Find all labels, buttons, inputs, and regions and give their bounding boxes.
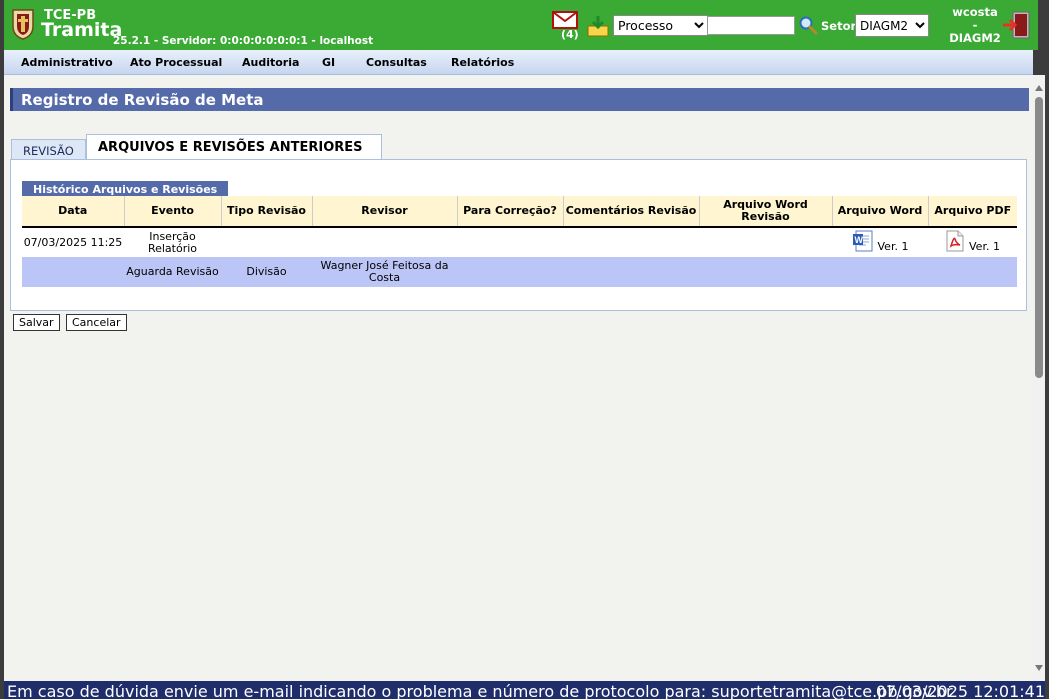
- cell-revisor: Wagner José Feitosa da Costa: [312, 257, 457, 287]
- unread-mail-count[interactable]: (4): [561, 28, 579, 41]
- table-row: Aguarda Revisão Divisão Wagner José Feit…: [22, 257, 1017, 287]
- menu-auditoria[interactable]: Auditoria: [242, 56, 299, 69]
- cell-word: W Ver. 1: [832, 227, 928, 257]
- server-info: 25.2.1 - Servidor: 0:0:0:0:0:0:0:1 - loc…: [113, 35, 374, 47]
- setor-label: Setor: [821, 19, 857, 33]
- cell-revisor: [312, 227, 457, 257]
- svg-text:W: W: [854, 235, 863, 245]
- search-input[interactable]: [707, 16, 795, 35]
- page-title: Registro de Revisão de Meta: [21, 91, 264, 109]
- support-message: Em caso de dúvida envie um e-mail indica…: [7, 682, 953, 699]
- cell-tipo: [221, 227, 312, 257]
- vertical-scrollbar[interactable]: [1033, 75, 1045, 681]
- menu-consultas[interactable]: Consultas: [366, 56, 427, 69]
- search-icon[interactable]: [798, 15, 818, 35]
- search-type-select[interactable]: Processo: [613, 15, 708, 36]
- table-row: 07/03/2025 11:25 Inserção Relatório W Ve…: [22, 227, 1017, 257]
- setor-select[interactable]: DIAGM2: [855, 14, 929, 37]
- cell-evento: Inserção Relatório: [124, 227, 221, 257]
- col-header-comentarios[interactable]: Comentários Revisão: [563, 196, 700, 228]
- content-area: Registro de Revisão de Meta REVISÃO ARQU…: [4, 75, 1033, 681]
- menu-relatorios[interactable]: Relatórios: [451, 56, 514, 69]
- scroll-up-arrow-icon[interactable]: [1035, 85, 1043, 91]
- main-menu: Administrativo Ato Processual Auditoria …: [4, 50, 1033, 75]
- pdf-file-link[interactable]: Ver. 1: [945, 230, 1000, 253]
- cell-word: [832, 257, 928, 287]
- tab-panel: Histórico Arquivos e Revisões Data Event…: [10, 159, 1027, 311]
- col-header-arquivo-word-revisao[interactable]: Arquivo Word Revisão: [699, 196, 833, 228]
- cell-correcao: [457, 227, 563, 257]
- tab-arquivos-revisoes[interactable]: ARQUIVOS E REVISÕES ANTERIORES: [86, 134, 382, 160]
- menu-administrativo[interactable]: Administrativo: [21, 56, 113, 69]
- cell-comentarios: [563, 227, 699, 257]
- cell-comentarios: [563, 257, 699, 287]
- menu-ato-processual[interactable]: Ato Processual: [130, 56, 222, 69]
- scroll-down-arrow-icon[interactable]: [1035, 665, 1043, 671]
- history-table: Data Evento Tipo Revisão Revisor Para Co…: [22, 196, 1017, 287]
- col-header-revisor[interactable]: Revisor: [312, 196, 458, 228]
- tab-revisao-label: REVISÃO: [23, 144, 74, 158]
- logout-icon[interactable]: [1001, 11, 1031, 39]
- word-file-version[interactable]: Ver. 1: [878, 241, 909, 253]
- cell-data: 07/03/2025 11:25: [22, 227, 124, 257]
- app-name: Tramita: [41, 19, 123, 41]
- tce-logo-icon: [12, 9, 34, 40]
- cancel-button[interactable]: Cancelar: [66, 314, 127, 331]
- table-header-row: Data Evento Tipo Revisão Revisor Para Co…: [22, 196, 1017, 228]
- footer-timestamp: 07/03/2025 12:01:41: [875, 682, 1045, 699]
- cell-word-revisao: [699, 227, 832, 257]
- save-button[interactable]: Salvar: [13, 314, 60, 331]
- pdf-doc-icon: [946, 230, 964, 252]
- page-title-bar: Registro de Revisão de Meta: [10, 88, 1029, 111]
- section-title: Histórico Arquivos e Revisões: [22, 181, 229, 197]
- cell-evento: Aguarda Revisão: [124, 257, 221, 287]
- mail-icon[interactable]: [552, 11, 578, 29]
- word-doc-icon: W: [852, 230, 873, 252]
- scrollbar-thumb[interactable]: [1035, 97, 1043, 378]
- cell-correcao: [457, 257, 563, 287]
- cell-word-revisao: [699, 257, 832, 287]
- top-header: TCE-PB Tramita 25.2.1 - Servidor: 0:0:0:…: [4, 0, 1038, 50]
- col-header-para-correcao[interactable]: Para Correção?: [457, 196, 564, 228]
- col-header-evento[interactable]: Evento: [124, 196, 222, 228]
- menu-gi[interactable]: GI: [322, 56, 335, 69]
- footer-bar: Em caso de dúvida envie um e-mail indica…: [4, 681, 1045, 699]
- word-file-link[interactable]: W Ver. 1: [852, 230, 909, 253]
- cell-pdf: Ver. 1: [928, 227, 1017, 257]
- cell-tipo: Divisão: [221, 257, 312, 287]
- col-header-arquivo-word[interactable]: Arquivo Word: [832, 196, 929, 228]
- col-header-tipo-revisao[interactable]: Tipo Revisão: [221, 196, 313, 228]
- col-header-arquivo-pdf[interactable]: Arquivo PDF: [928, 196, 1017, 228]
- col-header-data[interactable]: Data: [22, 196, 125, 228]
- cell-pdf: [928, 257, 1017, 287]
- tab-arquivos-label: ARQUIVOS E REVISÕES ANTERIORES: [98, 140, 363, 155]
- inbox-download-icon[interactable]: [586, 14, 610, 38]
- tab-revisao[interactable]: REVISÃO: [11, 139, 86, 159]
- cell-data: [22, 257, 124, 287]
- pdf-file-version[interactable]: Ver. 1: [969, 241, 1000, 253]
